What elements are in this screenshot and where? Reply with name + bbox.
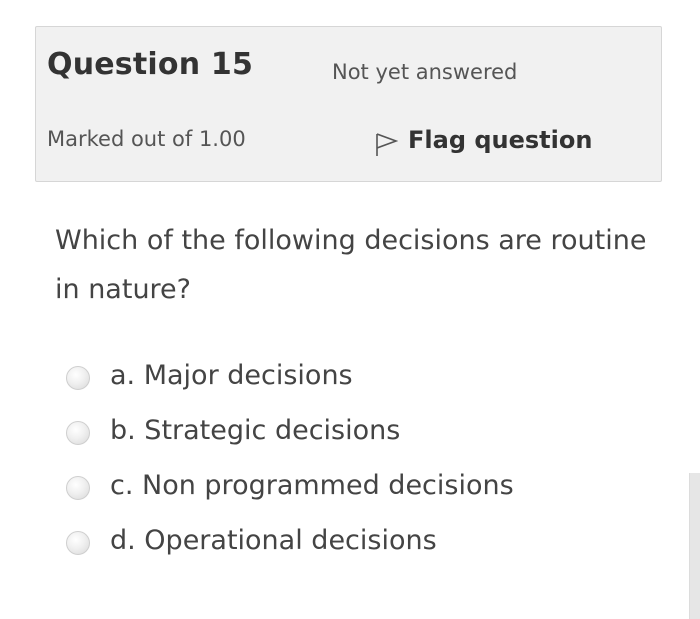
flag-question-label: Flag question bbox=[408, 126, 593, 154]
answer-option-b[interactable]: b. Strategic decisions bbox=[66, 403, 514, 458]
radio-button[interactable] bbox=[66, 530, 90, 555]
question-text: Which of the following decisions are rou… bbox=[55, 225, 647, 305]
answer-label[interactable]: c. Non programmed decisions bbox=[110, 470, 514, 501]
radio-button[interactable] bbox=[66, 420, 90, 445]
answer-option-c[interactable]: c. Non programmed decisions bbox=[66, 458, 514, 513]
answer-label[interactable]: d. Operational decisions bbox=[110, 525, 437, 556]
radio-button[interactable] bbox=[66, 475, 90, 500]
flag-question-button[interactable]: Flag question bbox=[374, 123, 592, 157]
question-number: Question 15 bbox=[47, 47, 254, 82]
answer-list: a. Major decisions b. Strategic decision… bbox=[66, 348, 514, 568]
answer-option-a[interactable]: a. Major decisions bbox=[66, 348, 514, 403]
answer-label[interactable]: a. Major decisions bbox=[110, 360, 353, 391]
question-info-box: Question 15 Not yet answered Marked out … bbox=[35, 26, 662, 182]
answer-option-d[interactable]: d. Operational decisions bbox=[66, 513, 514, 568]
radio-button[interactable] bbox=[66, 365, 90, 390]
scrollbar[interactable] bbox=[689, 473, 700, 619]
flag-icon bbox=[374, 123, 408, 157]
question-grade: Marked out of 1.00 bbox=[47, 127, 246, 151]
answer-label[interactable]: b. Strategic decisions bbox=[110, 415, 400, 446]
question-state: Not yet answered bbox=[332, 60, 518, 84]
